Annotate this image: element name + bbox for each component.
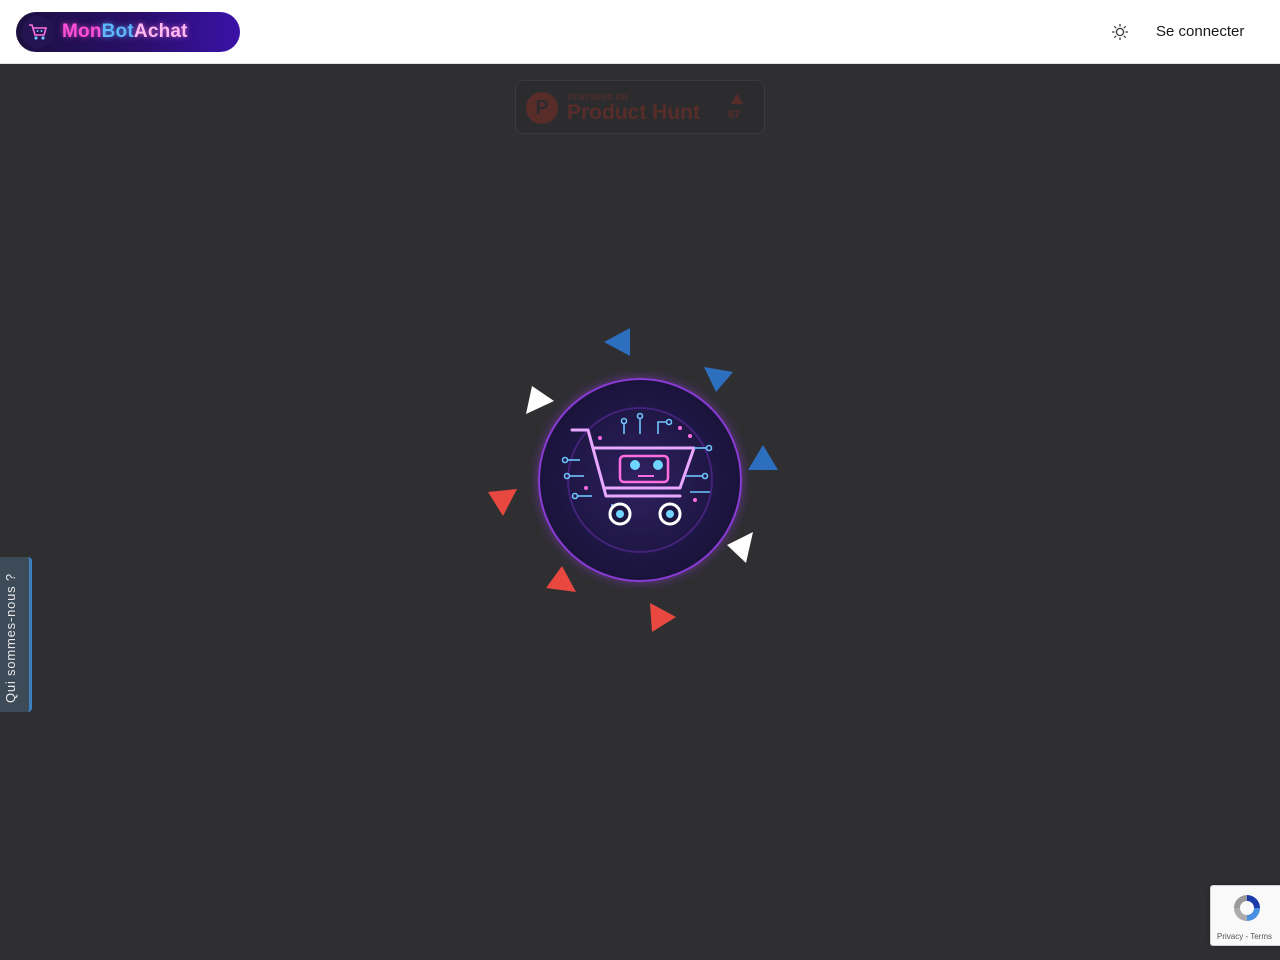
triangle-red-1 [488,489,517,516]
product-hunt-logo-icon: P [526,92,558,124]
triangle-red-3 [650,603,676,632]
login-button[interactable]: Se connecter [1146,20,1254,44]
side-tab-label: Qui sommes-nous ? [3,573,18,703]
recaptcha-separator: - [1245,932,1249,941]
robot-shopping-cart-icon [538,378,742,582]
monbotachat-logo[interactable]: MonBotAchat [16,12,240,52]
sun-icon [1111,23,1129,41]
recaptcha-badge: Privacy - Terms [1210,885,1280,946]
ph-name: Product Hunt [567,101,700,124]
triangle-blue-3 [748,445,778,470]
logo-text: MonBotAchat [62,21,188,42]
recaptcha-privacy-link[interactable]: Privacy [1217,932,1243,941]
loading-animation [480,320,800,640]
ph-upvote-count: 87 [728,109,741,121]
about-us-side-tab[interactable]: Qui sommes-nous ? [0,557,32,712]
cart-icon [22,16,54,48]
triangle-up-icon [731,94,743,104]
theme-toggle-button[interactable] [1108,20,1132,44]
recaptcha-terms-link[interactable]: Terms [1250,932,1272,941]
triangle-blue-1 [604,328,630,356]
recaptcha-links: Privacy - Terms [1217,932,1272,941]
product-hunt-badge[interactable]: P FEATURED ON Product Hunt 87 [515,80,765,134]
recaptcha-icon [1234,895,1260,921]
top-header: MonBotAchat Se connecter [0,0,1280,64]
